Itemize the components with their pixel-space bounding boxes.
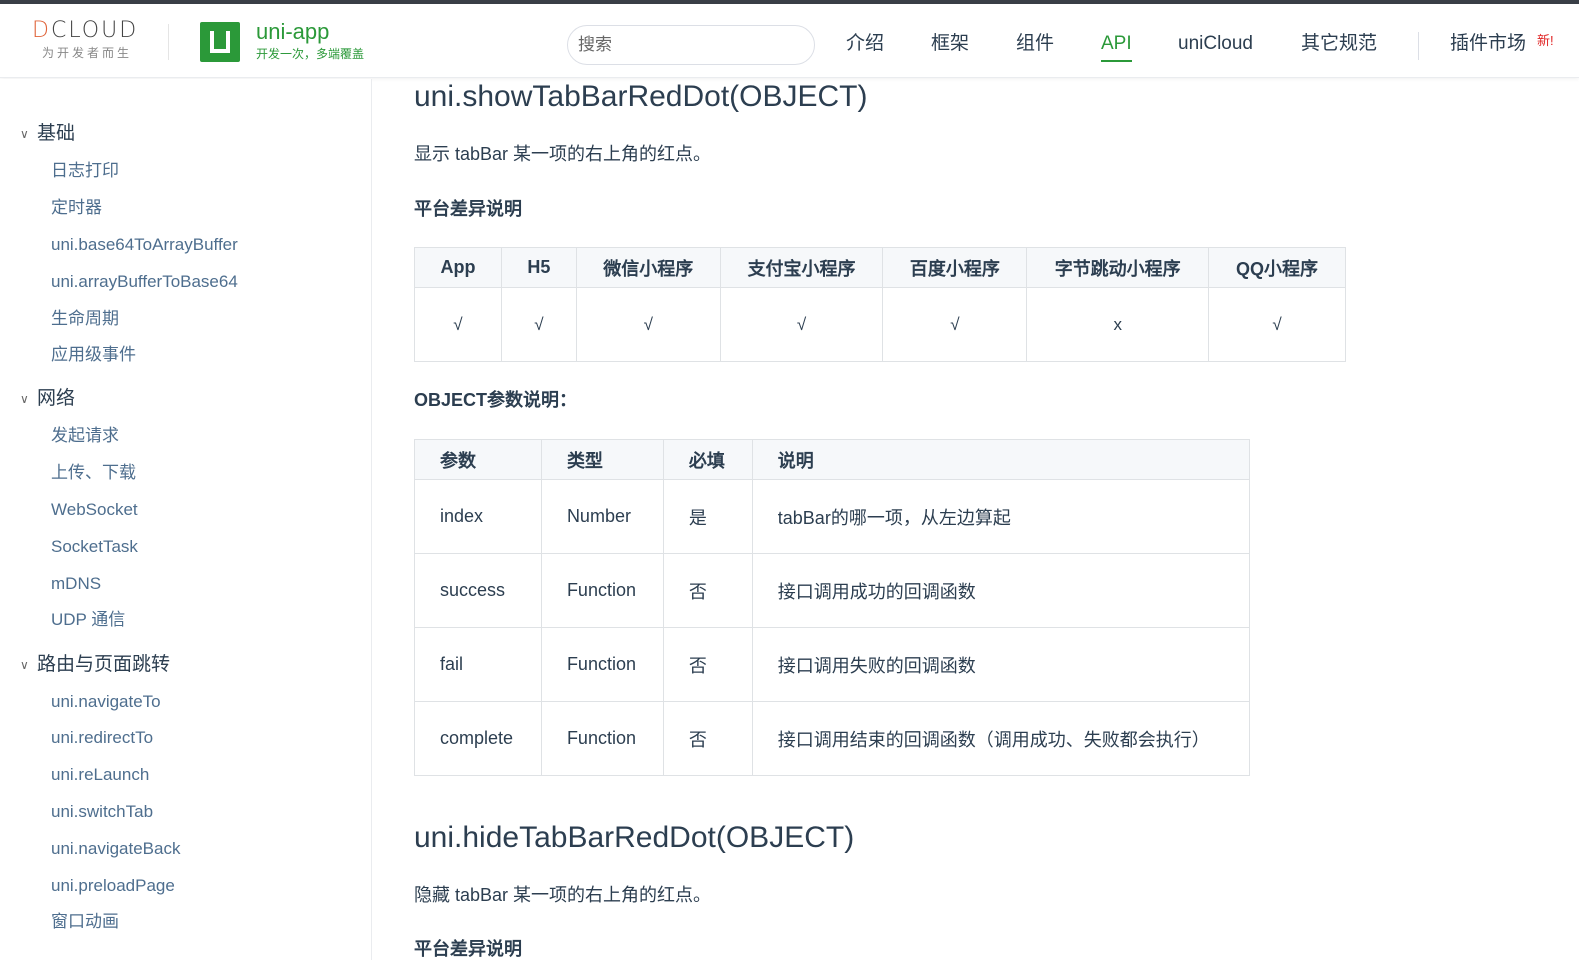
uniapp-logo-icon[interactable]	[200, 22, 240, 62]
table-cell: √	[414, 287, 502, 362]
sidebar-group-routing[interactable]: ∨ 路由与页面跳转	[20, 653, 170, 677]
dcloud-logo-text: DCLOUD	[32, 18, 139, 43]
platform-diff-heading: 平台差异说明	[414, 939, 522, 959]
sidebar-item[interactable]: uni.base64ToArrayBuffer	[51, 234, 238, 256]
new-badge: 新!	[1537, 33, 1554, 48]
sidebar-item[interactable]: uni.switchTab	[51, 801, 153, 823]
table-cell: tabBar的哪一项，从左边算起	[751, 479, 1251, 554]
sidebar: ∨ 基础 日志打印 定时器 uni.base64ToArrayBuffer uni…	[0, 79, 372, 960]
table-cell: Function	[540, 553, 664, 628]
uniapp-subtitle: 开发一次，多端覆盖	[256, 47, 365, 61]
sidebar-item[interactable]: uni.navigateBack	[51, 838, 180, 860]
table-header-cell: 支付宝小程序	[719, 247, 884, 288]
search-input[interactable]	[567, 25, 815, 65]
nav-components[interactable]: 组件	[1016, 32, 1054, 56]
sidebar-item[interactable]: WebSocket	[51, 499, 138, 521]
table-cell: √	[575, 287, 721, 362]
table-cell: Function	[540, 627, 664, 702]
table-cell: √	[1208, 287, 1346, 362]
sidebar-item[interactable]: 窗口动画	[51, 911, 119, 933]
chevron-down-icon: ∨	[20, 392, 29, 406]
sidebar-item[interactable]: uni.navigateTo	[51, 691, 161, 713]
uniapp-title[interactable]: uni-app	[256, 20, 329, 44]
sidebar-item[interactable]: 应用级事件	[51, 344, 136, 366]
sidebar-item[interactable]: uni.reLaunch	[51, 764, 149, 786]
table-cell: √	[500, 287, 577, 362]
nav-divider	[1418, 32, 1419, 60]
sidebar-item[interactable]: 生命周期	[51, 308, 119, 330]
sidebar-item[interactable]: SocketTask	[51, 536, 138, 558]
table-row: √ √ √ √ √ x √	[414, 287, 1346, 362]
table-row: fail Function 否 接口调用失败的回调函数	[414, 627, 1251, 702]
table-header-cell: 参数	[414, 439, 542, 480]
table-header-cell: QQ小程序	[1208, 247, 1346, 288]
table-header-cell: 微信小程序	[575, 247, 721, 288]
table-row: index Number 是 tabBar的哪一项，从左边算起	[414, 479, 1251, 554]
sidebar-item[interactable]: 上传、下载	[51, 462, 136, 484]
table-cell: √	[882, 287, 1028, 362]
table-header-row: 参数 类型 必填 说明	[414, 439, 1251, 480]
param-table: 参数 类型 必填 说明 index Number 是 tabBar的哪一项，从左…	[414, 439, 1251, 776]
chevron-down-icon: ∨	[20, 658, 29, 672]
table-cell: 接口调用成功的回调函数	[751, 553, 1251, 628]
table-cell: √	[719, 287, 884, 362]
nav-other-specs[interactable]: 其它规范	[1301, 32, 1377, 56]
sidebar-item[interactable]: 定时器	[51, 197, 102, 219]
header-divider	[168, 24, 169, 60]
table-cell: fail	[414, 627, 542, 702]
nav-framework[interactable]: 框架	[931, 32, 969, 56]
sidebar-item[interactable]: 日志打印	[51, 160, 119, 182]
table-header-cell: 字节跳动小程序	[1026, 247, 1210, 288]
dcloud-logo[interactable]: DCLOUD 为开发者而生	[32, 18, 148, 66]
table-row: complete Function 否 接口调用结束的回调函数（调用成功、失败都…	[414, 701, 1251, 776]
table-cell: 接口调用失败的回调函数	[751, 627, 1251, 702]
table-header-cell: App	[414, 247, 502, 288]
sidebar-item[interactable]: mDNS	[51, 573, 101, 595]
table-cell: Number	[540, 479, 664, 554]
chevron-down-icon: ∨	[20, 127, 29, 141]
nav-api[interactable]: API	[1101, 32, 1132, 62]
table-cell: success	[414, 553, 542, 628]
table-row: success Function 否 接口调用成功的回调函数	[414, 553, 1251, 628]
platform-diff-heading: 平台差异说明	[414, 199, 522, 219]
table-cell: Function	[540, 701, 664, 776]
object-param-heading: OBJECT参数说明：	[414, 390, 578, 410]
table-cell: 否	[662, 553, 753, 628]
sidebar-item[interactable]: uni.arrayBufferToBase64	[51, 271, 238, 293]
table-cell: index	[414, 479, 542, 554]
sidebar-item[interactable]: uni.redirectTo	[51, 727, 153, 749]
site-header: DCLOUD 为开发者而生 uni-app 开发一次，多端覆盖 介绍 框架 组件…	[0, 4, 1579, 78]
table-header-cell: 说明	[751, 439, 1251, 480]
dcloud-slogan: 为开发者而生	[42, 46, 133, 60]
table-cell: x	[1026, 287, 1210, 362]
table-header-cell: 类型	[540, 439, 664, 480]
table-cell: 接口调用结束的回调函数（调用成功、失败都会执行）	[751, 701, 1251, 776]
table-cell: 是	[662, 479, 753, 554]
section-description: 隐藏 tabBar 某一项的右上角的红点。	[414, 885, 712, 905]
nav-intro[interactable]: 介绍	[846, 32, 884, 56]
nav-unicloud[interactable]: uniCloud	[1178, 32, 1253, 56]
sidebar-item[interactable]: 发起请求	[51, 425, 119, 447]
section-title-show-red-dot: uni.showTabBarRedDot(OBJECT)	[414, 80, 868, 113]
platform-table: App H5 微信小程序 支付宝小程序 百度小程序 字节跳动小程序 QQ小程序 …	[414, 247, 1346, 362]
sidebar-item[interactable]: uni.preloadPage	[51, 875, 175, 897]
table-cell: 否	[662, 701, 753, 776]
sidebar-group-network[interactable]: ∨ 网络	[20, 387, 75, 411]
table-header-cell: 百度小程序	[882, 247, 1028, 288]
table-cell: complete	[414, 701, 542, 776]
sidebar-group-basic[interactable]: ∨ 基础	[20, 122, 75, 146]
sidebar-item[interactable]: UDP 通信	[51, 609, 125, 631]
table-header-cell: H5	[500, 247, 577, 288]
nav-plugin-market[interactable]: 插件市场	[1450, 32, 1526, 56]
table-cell: 否	[662, 627, 753, 702]
section-description: 显示 tabBar 某一项的右上角的红点。	[414, 144, 712, 164]
main-content: uni.showTabBarRedDot(OBJECT) 显示 tabBar 某…	[373, 79, 1579, 960]
table-header-row: App H5 微信小程序 支付宝小程序 百度小程序 字节跳动小程序 QQ小程序	[414, 247, 1346, 288]
section-title-hide-red-dot: uni.hideTabBarRedDot(OBJECT)	[414, 821, 855, 854]
table-header-cell: 必填	[662, 439, 753, 480]
